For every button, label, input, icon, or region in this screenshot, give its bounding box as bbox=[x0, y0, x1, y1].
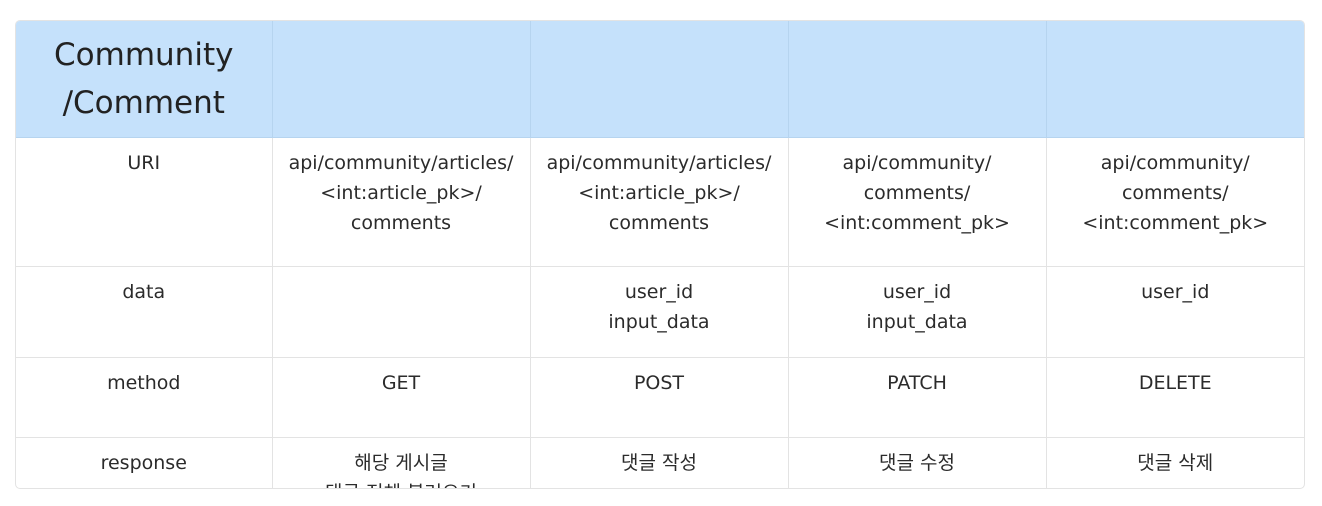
table-cell: GET bbox=[272, 357, 531, 438]
table-cell bbox=[272, 266, 531, 358]
row-label: method bbox=[16, 357, 273, 438]
table-row-response: response 해당 게시글 댓글 전체 불러오기 댓글 작성 댓글 수정 댓… bbox=[16, 437, 1304, 488]
row-label: response bbox=[16, 437, 273, 488]
table-row-data: data user_id input_data user_id input_da… bbox=[16, 266, 1304, 358]
header-cell bbox=[1046, 21, 1304, 138]
table-row-method: method GET POST PATCH DELETE bbox=[16, 357, 1304, 438]
header-cell bbox=[530, 21, 789, 138]
table-cell: 댓글 수정 bbox=[788, 437, 1047, 488]
table-cell: PATCH bbox=[788, 357, 1047, 438]
table-cell: 댓글 작성 bbox=[530, 437, 789, 488]
row-label: data bbox=[16, 266, 273, 358]
table-cell: api/community/articles/ <int:article_pk>… bbox=[272, 137, 531, 267]
table-cell: api/community/ comments/ <int:comment_pk… bbox=[1046, 137, 1304, 267]
table-cell: api/community/ comments/ <int:comment_pk… bbox=[788, 137, 1047, 267]
api-spec-table: Community /Comment URI api/community/art… bbox=[16, 21, 1304, 488]
table-cell: api/community/articles/ <int:article_pk>… bbox=[530, 137, 789, 267]
table-cell: DELETE bbox=[1046, 357, 1304, 438]
table-cell: user_id input_data bbox=[530, 266, 789, 358]
table-cell: 댓글 삭제 bbox=[1137, 452, 1214, 474]
header-cell bbox=[272, 21, 531, 138]
table-row-uri: URI api/community/articles/ <int:article… bbox=[16, 137, 1304, 267]
table-cell: user_id bbox=[1046, 266, 1304, 358]
row-label: URI bbox=[16, 137, 273, 267]
header-cell bbox=[788, 21, 1047, 138]
table-title: Community /Comment bbox=[54, 37, 234, 121]
api-spec-table-container: Community /Comment URI api/community/art… bbox=[15, 20, 1305, 489]
header-title-cell: Community /Comment bbox=[16, 21, 273, 138]
table-cell: POST bbox=[530, 357, 789, 438]
table-header-row: Community /Comment bbox=[16, 21, 1304, 138]
table-cell: user_id input_data bbox=[788, 266, 1047, 358]
table-cell: 해당 게시글 댓글 전체 불러오기 bbox=[272, 437, 531, 488]
